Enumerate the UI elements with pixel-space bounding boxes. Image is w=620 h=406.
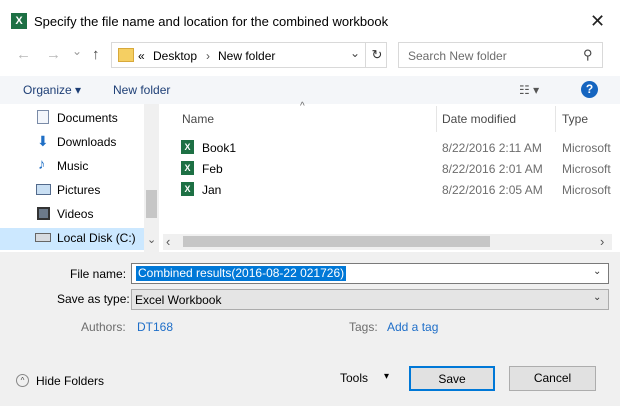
new-folder-button[interactable]: New folder [113, 83, 170, 97]
sidebar-item-downloads[interactable]: Downloads [57, 135, 116, 149]
file-name-input[interactable]: Combined results(2016-08-22 021726) ⌄ [131, 263, 609, 284]
file-name-label: File name: [70, 267, 127, 281]
hide-folders-button[interactable]: Hide Folders [36, 374, 104, 388]
close-icon[interactable]: ✕ [590, 11, 605, 32]
save-as-type-select[interactable]: Excel Workbook ⌄ [131, 289, 609, 310]
tools-dropdown-icon[interactable]: ▾ [384, 371, 389, 382]
back-arrow-icon[interactable]: ← [16, 46, 31, 63]
sidebar-item-documents[interactable]: Documents [57, 111, 118, 125]
tags-label: Tags: [349, 320, 378, 334]
breadcrumb-overflow[interactable]: « [138, 49, 145, 63]
excel-file-icon: X [181, 182, 194, 196]
file-name[interactable]: Book1 [202, 141, 236, 155]
file-type: Microsoft Excel [562, 162, 614, 176]
save-button[interactable]: Save [409, 366, 495, 391]
column-header-name[interactable]: Name [182, 112, 214, 126]
pictures-icon [36, 184, 51, 195]
address-bar[interactable]: « Desktop › New folder ⌄ [111, 42, 387, 68]
excel-app-icon: X [11, 13, 27, 29]
refresh-icon[interactable]: ↻ [365, 43, 388, 67]
search-icon[interactable]: ⚲ [583, 47, 593, 63]
file-list-scrollbar-thumb[interactable] [183, 236, 490, 247]
search-box[interactable]: Search New folder ⚲ [398, 42, 603, 68]
title-bar: X Specify the file name and location for… [0, 0, 620, 44]
sidebar-scrollbar-thumb[interactable] [146, 190, 157, 218]
column-header-date-modified[interactable]: Date modified [442, 112, 516, 126]
folder-icon [118, 48, 134, 62]
downloads-icon: ⬇ [37, 133, 49, 149]
change-view-icon[interactable]: ☷ ▾ [519, 83, 539, 97]
sidebar-item-music[interactable]: Music [57, 159, 88, 173]
file-name[interactable]: Jan [202, 183, 221, 197]
local-disk-icon [35, 233, 51, 242]
sidebar-scroll-down-icon[interactable]: ⌄ [147, 233, 156, 246]
file-type: Microsoft Excel [562, 141, 614, 155]
file-name-dropdown-icon[interactable]: ⌄ [593, 266, 601, 277]
excel-file-icon: X [181, 140, 194, 154]
authors-label: Authors: [81, 320, 126, 334]
sidebar-item-pictures[interactable]: Pictures [57, 183, 100, 197]
breadcrumb-separator-icon[interactable]: › [206, 49, 210, 63]
tools-button[interactable]: Tools [340, 371, 368, 385]
documents-icon [37, 110, 49, 124]
save-as-type-label: Save as type: [57, 292, 130, 306]
search-placeholder: Search New folder [408, 49, 507, 63]
add-tag-link[interactable]: Add a tag [387, 320, 438, 334]
forward-arrow-icon[interactable]: → [46, 46, 61, 63]
sidebar-scrollbar[interactable] [144, 104, 159, 252]
column-divider[interactable] [555, 106, 556, 132]
sidebar-item-videos[interactable]: Videos [57, 207, 93, 221]
file-type: Microsoft Excel [562, 183, 614, 197]
file-name-value[interactable]: Combined results(2016-08-22 021726) [136, 266, 347, 281]
file-date: 8/22/2016 2:05 AM [442, 183, 543, 197]
dialog-title: Specify the file name and location for t… [34, 14, 389, 29]
sidebar-item-local-disk[interactable]: Local Disk (C:) [57, 231, 136, 245]
music-icon: ♪ [38, 156, 46, 173]
organize-button[interactable]: Organize ▾ [23, 83, 81, 97]
breadcrumb-desktop[interactable]: Desktop [153, 49, 197, 63]
address-dropdown-icon[interactable]: ⌄ [350, 46, 360, 60]
up-arrow-icon[interactable]: ↑ [92, 46, 100, 63]
cancel-button[interactable]: Cancel [509, 366, 596, 391]
excel-file-icon: X [181, 161, 194, 175]
sort-ascending-icon: ^ [300, 101, 305, 112]
videos-icon [37, 207, 50, 220]
authors-value[interactable]: DT168 [137, 320, 173, 334]
column-header-type[interactable]: Type [562, 112, 588, 126]
file-date: 8/22/2016 2:01 AM [442, 162, 543, 176]
save-as-type-dropdown-icon[interactable]: ⌄ [593, 292, 601, 303]
help-icon[interactable]: ? [581, 81, 598, 98]
file-date: 8/22/2016 2:11 AM [442, 141, 542, 155]
scroll-right-icon[interactable]: › [600, 234, 604, 249]
hide-folders-icon[interactable]: ^ [16, 374, 29, 387]
scroll-left-icon[interactable]: ‹ [166, 234, 170, 249]
save-as-type-value: Excel Workbook [135, 293, 222, 307]
column-divider[interactable] [436, 106, 437, 132]
breadcrumb-new-folder[interactable]: New folder [218, 49, 275, 63]
file-name[interactable]: Feb [202, 162, 223, 176]
recent-locations-dropdown-icon[interactable]: ⌄ [72, 44, 82, 58]
